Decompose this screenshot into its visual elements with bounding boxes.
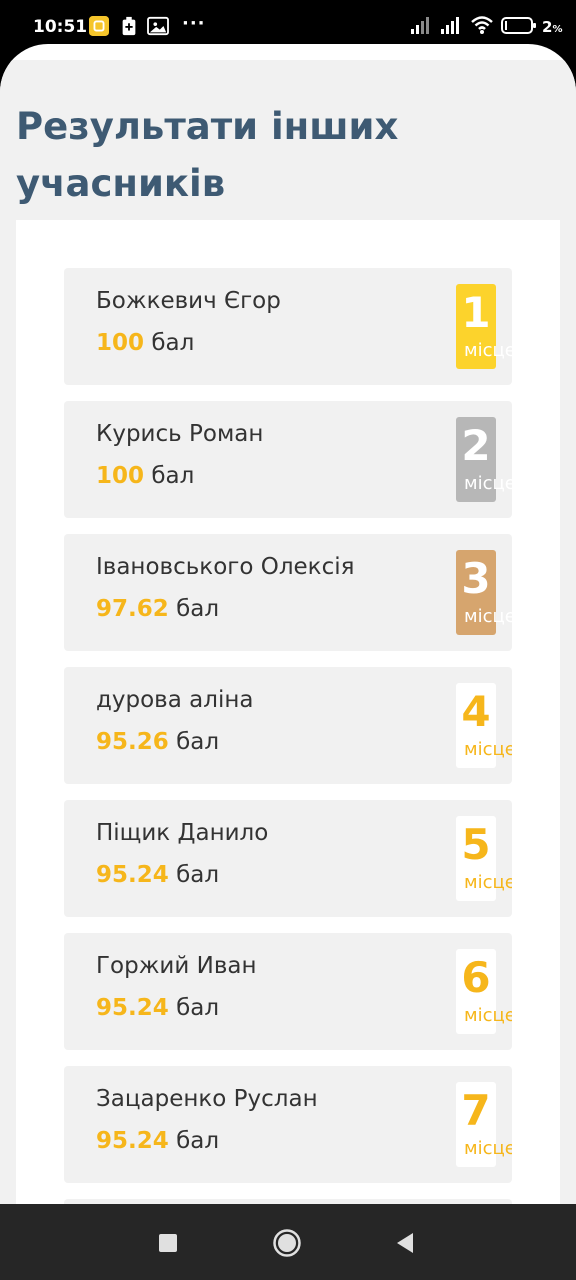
battery-percent: 2% bbox=[542, 18, 563, 36]
score-unit: бал bbox=[176, 596, 220, 622]
place-label: місце bbox=[464, 872, 512, 893]
recents-icon[interactable] bbox=[151, 1226, 185, 1260]
score-value: 95.26 bbox=[96, 729, 169, 755]
participant-score: 95.24 бал bbox=[96, 1128, 219, 1154]
result-card[interactable]: дурова аліна 95.26 бал 4 місце bbox=[64, 667, 512, 784]
back-icon[interactable] bbox=[388, 1226, 422, 1260]
score-value: 100 bbox=[96, 330, 145, 356]
participant-score: 95.24 бал bbox=[96, 995, 219, 1021]
place-number: 2 bbox=[461, 421, 491, 470]
home-icon[interactable] bbox=[270, 1226, 304, 1260]
place-badge: 1 місце bbox=[456, 284, 512, 369]
score-value: 95.24 bbox=[96, 862, 169, 888]
participant-name: Піщик Данило bbox=[96, 820, 269, 846]
navigation-bar bbox=[0, 1204, 576, 1280]
place-number: 7 bbox=[461, 1086, 491, 1135]
participant-name: дурова аліна bbox=[96, 687, 254, 713]
score-unit: бал bbox=[176, 862, 220, 888]
results-panel: Божкевич Єгор 100 бал 1 місце Курись Роман 10… bbox=[16, 220, 560, 1204]
battery-saver-icon bbox=[122, 16, 136, 36]
place-label: місце bbox=[464, 1005, 512, 1026]
score-unit: бал bbox=[151, 463, 195, 489]
page-title: Результати інших учасників bbox=[16, 105, 399, 205]
signal-icon bbox=[441, 17, 459, 34]
score-value: 100 bbox=[96, 463, 145, 489]
score-unit: бал bbox=[176, 995, 220, 1021]
place-badge: 7 місце bbox=[456, 1082, 512, 1167]
participant-score: 97.62 бал bbox=[96, 596, 219, 622]
score-value: 95.24 bbox=[96, 1128, 169, 1154]
score-value: 97.62 bbox=[96, 596, 169, 622]
results-page: Результати інших учасників Божкевич Єгор… bbox=[0, 60, 576, 1204]
place-label: місце bbox=[464, 1138, 512, 1159]
score-value: 95.24 bbox=[96, 995, 169, 1021]
place-badge: 2 місце bbox=[456, 417, 512, 502]
result-card[interactable]: Зацаренко Руслан 95.24 бал 7 місце bbox=[64, 1066, 512, 1183]
place-label: місце bbox=[464, 473, 512, 494]
participant-name: Івановського Олексія bbox=[96, 554, 355, 580]
more-notifications-icon: ··· bbox=[182, 13, 206, 34]
place-badge: 4 місце bbox=[456, 683, 512, 768]
place-badge: 5 місце bbox=[456, 816, 512, 901]
place-number: 3 bbox=[461, 554, 491, 603]
app-screen: Результати інших учасників Божкевич Єгор… bbox=[0, 44, 576, 1204]
participant-name: Горжий Иван bbox=[96, 953, 257, 979]
gallery-icon bbox=[147, 16, 169, 36]
place-number: 5 bbox=[461, 820, 491, 869]
result-card[interactable]: Горжий Иван 95.24 бал 6 місце bbox=[64, 933, 512, 1050]
result-card[interactable]: Піщик Данило 95.24 бал 5 місце bbox=[64, 800, 512, 917]
result-card[interactable]: Івановського Олексія 97.62 бал 3 місце bbox=[64, 534, 512, 651]
place-badge: 6 місце bbox=[456, 949, 512, 1034]
participant-score: 95.24 бал bbox=[96, 862, 219, 888]
status-time: 10:51 bbox=[33, 17, 88, 37]
participant-name: Курись Роман bbox=[96, 421, 264, 447]
participant-score: 95.26 бал bbox=[96, 729, 219, 755]
place-label: місце bbox=[464, 739, 512, 760]
notification-app-icon bbox=[89, 16, 109, 36]
score-unit: бал bbox=[176, 729, 220, 755]
participant-score: 100 бал bbox=[96, 463, 194, 489]
place-label: місце bbox=[464, 340, 512, 361]
place-label: місце bbox=[464, 606, 512, 627]
participant-name: Божкевич Єгор bbox=[96, 288, 281, 314]
participant-score: 100 бал bbox=[96, 330, 194, 356]
score-unit: бал bbox=[151, 330, 195, 356]
signal-icon bbox=[411, 17, 429, 34]
participant-name: Зацаренко Руслан bbox=[96, 1086, 318, 1112]
score-unit: бал bbox=[176, 1128, 220, 1154]
result-card[interactable]: Курись Роман 100 бал 2 місце bbox=[64, 401, 512, 518]
battery-icon bbox=[501, 17, 536, 34]
place-number: 6 bbox=[461, 953, 491, 1002]
place-number: 4 bbox=[461, 687, 491, 736]
place-badge: 3 місце bbox=[456, 550, 512, 635]
wifi-icon bbox=[471, 16, 493, 34]
place-number: 1 bbox=[461, 288, 491, 337]
result-card[interactable]: Божкевич Єгор 100 бал 1 місце bbox=[64, 268, 512, 385]
